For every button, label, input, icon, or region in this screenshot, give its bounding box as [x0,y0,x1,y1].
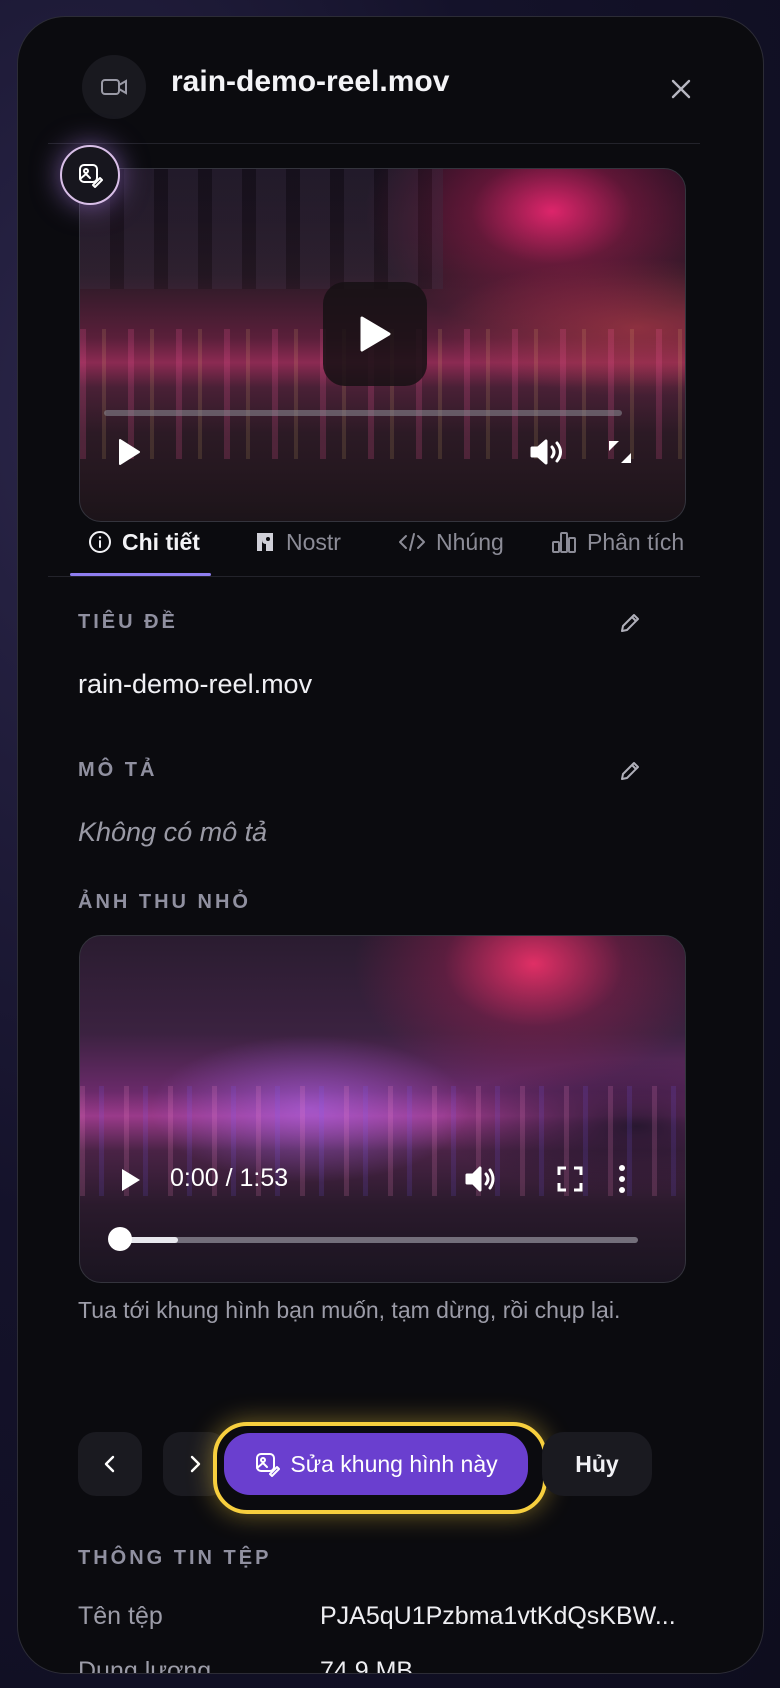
tab-embed-label: Nhúng [436,528,504,555]
chevron-right-icon [190,1455,201,1473]
volume-button[interactable] [528,435,568,469]
image-edit-icon [79,164,103,188]
video-progress-bar[interactable] [104,410,622,416]
tab-nostr[interactable]: Nostr [254,507,341,577]
tab-details[interactable]: Chi tiết [88,507,200,577]
title-label: TIÊU ĐỀ [78,611,178,633]
thumbnail-edit-badge[interactable] [60,145,120,205]
pencil-icon [621,762,639,780]
play-icon [119,439,140,465]
thumbnail-seek-bar[interactable] [120,1237,638,1243]
file-name-value: PJA5qU1Pzbma1vtKdQsKBW... [320,1602,676,1630]
capture-frame-label: Sửa khung hình này [290,1450,498,1477]
tabs-divider [48,576,700,577]
file-size-key: Dung lượng [78,1657,212,1674]
thumbnail-hint: Tua tới khung hình bạn muốn, tạm dừng, r… [78,1297,621,1323]
close-icon [671,79,691,99]
cancel-button[interactable]: Hủy [542,1432,652,1496]
volume-icon [530,439,562,465]
capture-frame-button[interactable]: Sửa khung hình này [224,1433,528,1495]
thumbnail-volume-button[interactable] [462,1162,500,1196]
code-icon [399,533,425,551]
description-value: Không có mô tả [78,817,268,847]
more-vertical-icon [619,1165,625,1193]
fullscreen-button[interactable] [605,437,635,467]
edit-title-button[interactable] [618,611,644,637]
thumbnail-fullscreen-button[interactable] [555,1164,585,1194]
image-edit-icon [256,1453,281,1477]
tab-analytics[interactable]: Phân tích [551,507,684,577]
more-options-button[interactable] [610,1162,634,1196]
tab-details-label: Chi tiết [122,528,200,555]
file-size-value: 74.9 MB [320,1657,414,1674]
play-icon [360,316,391,352]
fullscreen-icon [557,1166,583,1192]
header-divider [48,143,700,144]
chevron-left-icon [104,1455,115,1473]
video-camera-icon [82,55,146,119]
thumbnail-video-player[interactable]: 0:00 / 1:53 [79,935,686,1283]
file-info-label: THÔNG TIN TỆP [78,1547,272,1569]
tab-nostr-label: Nostr [286,528,341,555]
title-value: rain-demo-reel.mov [78,669,313,699]
tab-embed[interactable]: Nhúng [398,507,504,577]
info-icon [89,531,111,553]
bar-chart-icon [552,532,576,553]
seek-bar-handle[interactable] [108,1227,132,1251]
volume-icon [465,1166,495,1192]
fullscreen-icon [609,441,631,463]
close-button[interactable] [663,71,699,107]
video-player[interactable] [79,168,686,522]
description-label: MÔ TẢ [78,759,158,781]
thumbnail-play-button[interactable] [116,1164,146,1196]
previous-frame-button[interactable] [78,1432,142,1496]
pencil-icon [621,614,639,632]
tab-analytics-label: Phân tích [587,528,685,555]
edit-description-button[interactable] [618,759,644,785]
panel-header: rain-demo-reel.mov [18,17,763,143]
media-details-panel: rain-demo-reel.mov Chi tiết Nostr Nhúng … [17,16,764,1674]
video-frame-detail [80,169,443,289]
playback-time: 0:00 / 1:53 [170,1164,289,1192]
thumbnail-label: ẢNH THU NHỎ [78,891,251,913]
tab-bar: Chi tiết Nostr Nhúng Phân tích [18,507,763,577]
play-icon [122,1169,140,1191]
file-title: rain-demo-reel.mov [171,65,450,98]
big-play-button[interactable] [323,282,427,386]
file-name-key: Tên tệp [78,1602,163,1630]
nostr-icon [257,533,273,551]
play-button[interactable] [114,437,144,467]
